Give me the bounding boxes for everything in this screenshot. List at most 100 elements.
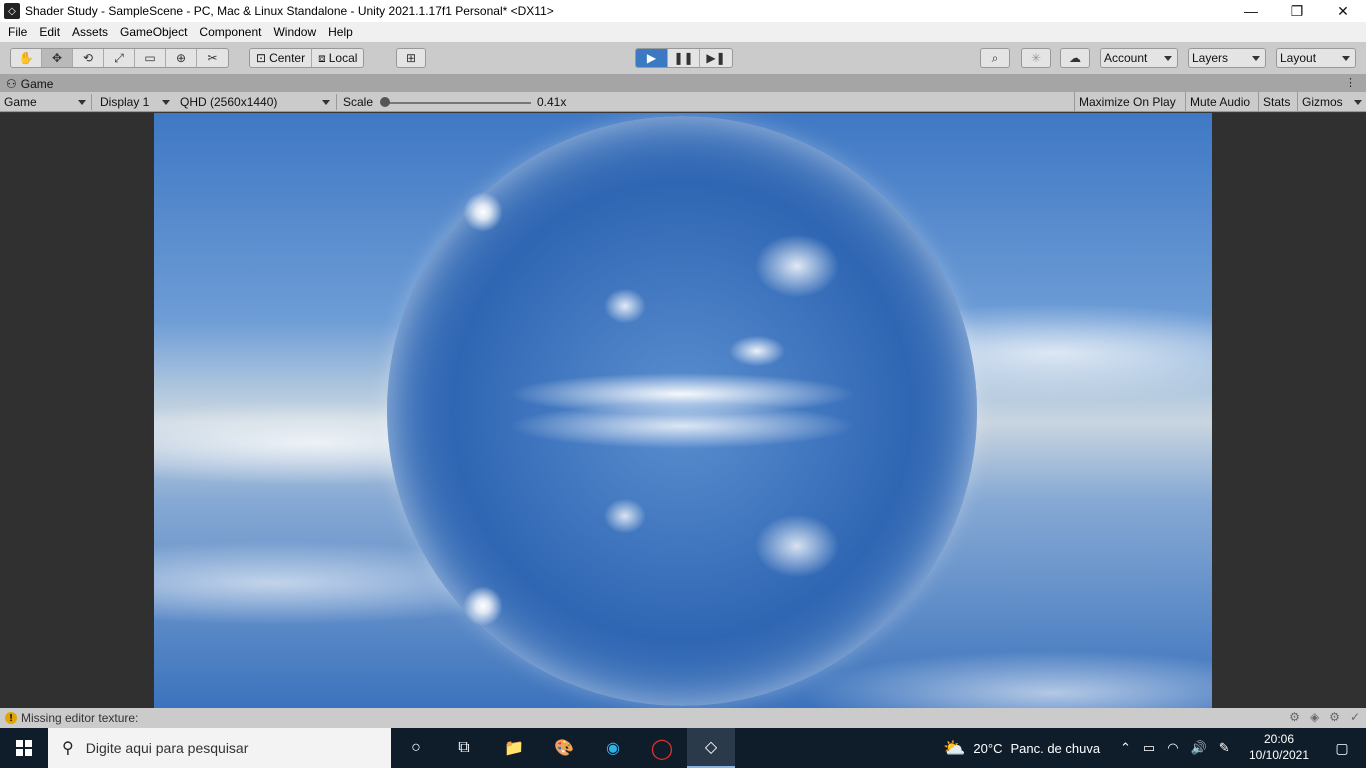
- transform-tool-icon[interactable]: ⊕: [166, 49, 197, 67]
- menu-file[interactable]: File: [2, 25, 33, 39]
- taskbar-search[interactable]: ⚲ Digite aqui para pesquisar: [48, 728, 391, 768]
- task-view-icon[interactable]: ⧉: [440, 728, 488, 768]
- chevron-down-icon: [322, 100, 330, 105]
- game-view-render[interactable]: [154, 113, 1212, 708]
- game-mode-dropdown[interactable]: Game: [4, 92, 90, 112]
- layers-dropdown[interactable]: Layers: [1188, 48, 1266, 68]
- play-button[interactable]: ▶: [636, 49, 668, 67]
- temperature: 20°C: [973, 740, 1003, 756]
- resolution-dropdown[interactable]: QHD (2560x1440): [180, 92, 334, 112]
- tray-overflow-icon[interactable]: ⌃: [1120, 740, 1131, 756]
- pause-button[interactable]: ❚❚: [668, 49, 700, 67]
- status-message[interactable]: Missing editor texture:: [21, 711, 138, 725]
- battery-icon[interactable]: ▭: [1143, 740, 1155, 756]
- mute-audio-toggle[interactable]: Mute Audio: [1185, 92, 1254, 112]
- display-dropdown[interactable]: Display 1: [100, 92, 174, 112]
- rect-tool-icon[interactable]: ▭: [135, 49, 166, 67]
- pen-icon[interactable]: ✎: [1219, 740, 1230, 756]
- step-button[interactable]: ▶❚: [700, 49, 732, 67]
- chevron-down-icon: [1342, 56, 1350, 61]
- progress-icon[interactable]: ⚙: [1329, 710, 1340, 724]
- divider: [336, 94, 337, 110]
- game-controller-icon: ⚇: [6, 76, 17, 91]
- edge-browser-icon[interactable]: ◉: [589, 728, 637, 768]
- weather-widget[interactable]: ⛅ 20°C Panc. de chuva: [943, 728, 1100, 768]
- minimize-button[interactable]: —: [1228, 0, 1274, 22]
- kebab-menu-icon[interactable]: ⋮: [1345, 76, 1356, 89]
- menu-edit[interactable]: Edit: [33, 25, 66, 39]
- resolution-label: QHD (2560x1440): [180, 95, 278, 109]
- restore-button[interactable]: ❐: [1274, 0, 1320, 22]
- window-title: Shader Study - SampleScene - PC, Mac & L…: [25, 4, 554, 18]
- pivot-controls: ⊡ Center ⧈ Local: [249, 48, 365, 68]
- tab-game[interactable]: ⚇ Game: [6, 75, 53, 92]
- chevron-down-icon: [162, 100, 170, 105]
- menu-component[interactable]: Component: [193, 25, 267, 39]
- scale-slider-track[interactable]: [383, 102, 531, 104]
- warning-icon: !: [5, 712, 17, 724]
- scale-tool-icon[interactable]: ⤢: [104, 49, 135, 67]
- close-button[interactable]: ✕: [1320, 0, 1366, 22]
- move-tool-icon[interactable]: ✥: [42, 49, 73, 67]
- chevron-down-icon: [1164, 56, 1172, 61]
- lens-flare-reflection: [463, 586, 503, 626]
- pivot-label: Center: [269, 51, 306, 65]
- maximize-on-play-toggle[interactable]: Maximize On Play: [1074, 92, 1180, 112]
- search-icon[interactable]: ⌕: [980, 48, 1010, 68]
- opera-browser-icon[interactable]: ◯: [638, 728, 686, 768]
- chevron-down-icon: [78, 100, 86, 105]
- menu-gameobject[interactable]: GameObject: [114, 25, 193, 39]
- local-space-icon: ⧈: [318, 50, 326, 65]
- notification-icon[interactable]: ▢: [1318, 728, 1366, 768]
- windows-logo-icon: [16, 740, 32, 756]
- divider: [91, 94, 92, 110]
- volume-icon[interactable]: 🔊: [1191, 740, 1207, 756]
- menu-bar: File Edit Assets GameObject Component Wi…: [0, 22, 1366, 42]
- paint-app-icon[interactable]: 🎨: [540, 728, 588, 768]
- transform-tools: ✋ ✥ ⟲ ⤢ ▭ ⊕ ✂: [10, 48, 229, 68]
- windows-taskbar: ⚲ Digite aqui para pesquisar ○ ⧉ 📁 🎨 ◉ ◯…: [0, 728, 1366, 768]
- unity-app-icon[interactable]: ◇: [687, 728, 735, 768]
- game-view-controls: Game Display 1 QHD (2560x1440) Scale 0.4…: [0, 92, 1366, 112]
- bug-icon[interactable]: ⚙: [1289, 710, 1300, 724]
- scale-slider-handle[interactable]: [380, 97, 390, 107]
- search-icon: ⚲: [62, 740, 74, 757]
- tab-game-label: Game: [20, 76, 54, 91]
- layers-icon[interactable]: ◈: [1310, 710, 1319, 724]
- glass-sphere: [387, 116, 977, 706]
- pivot-center-button[interactable]: ⊡ Center: [250, 49, 313, 67]
- gizmos-dropdown[interactable]: [1350, 92, 1366, 112]
- scale-value: 0.41x: [537, 95, 567, 109]
- chevron-down-icon: [1354, 100, 1362, 105]
- cortana-icon[interactable]: ○: [392, 728, 440, 768]
- account-dropdown[interactable]: Account: [1100, 48, 1178, 68]
- layout-label: Layout: [1280, 51, 1317, 65]
- lens-flare: [463, 192, 503, 232]
- services-icon[interactable]: ✳: [1021, 48, 1051, 68]
- gizmos-toggle[interactable]: Gizmos: [1297, 92, 1351, 112]
- grid-snap-icon[interactable]: ⊞: [396, 48, 426, 68]
- menu-assets[interactable]: Assets: [66, 25, 114, 39]
- rotate-tool-icon[interactable]: ⟲: [73, 49, 104, 67]
- menu-help[interactable]: Help: [322, 25, 359, 39]
- game-mode-label: Game: [4, 95, 37, 109]
- system-clock[interactable]: 20:06 10/10/2021: [1245, 731, 1313, 763]
- display-label: Display 1: [100, 95, 150, 109]
- stats-toggle[interactable]: Stats: [1258, 92, 1294, 112]
- check-icon[interactable]: ✓: [1350, 710, 1360, 724]
- chevron-down-icon: [1252, 56, 1260, 61]
- clock-time: 20:06: [1263, 732, 1295, 746]
- start-button[interactable]: [0, 728, 48, 768]
- main-toolbar: ✋ ✥ ⟲ ⤢ ▭ ⊕ ✂ ⊡ Center ⧈ Local ⊞ ▶ ❚❚ ▶❚…: [0, 42, 1366, 74]
- pivot-local-button[interactable]: ⧈ Local: [312, 49, 363, 67]
- file-explorer-icon[interactable]: 📁: [490, 728, 538, 768]
- window-title-bar: ◇ Shader Study - SampleScene - PC, Mac &…: [0, 0, 1366, 22]
- cloud-icon[interactable]: ☁: [1060, 48, 1090, 68]
- custom-tool-icon[interactable]: ✂: [197, 49, 228, 67]
- layout-dropdown[interactable]: Layout: [1276, 48, 1356, 68]
- hand-tool-icon[interactable]: ✋: [11, 49, 42, 67]
- wifi-icon[interactable]: ◠: [1167, 740, 1178, 756]
- play-controls: ▶ ❚❚ ▶❚: [635, 48, 733, 68]
- menu-window[interactable]: Window: [267, 25, 322, 39]
- scale-label: Scale: [343, 95, 374, 109]
